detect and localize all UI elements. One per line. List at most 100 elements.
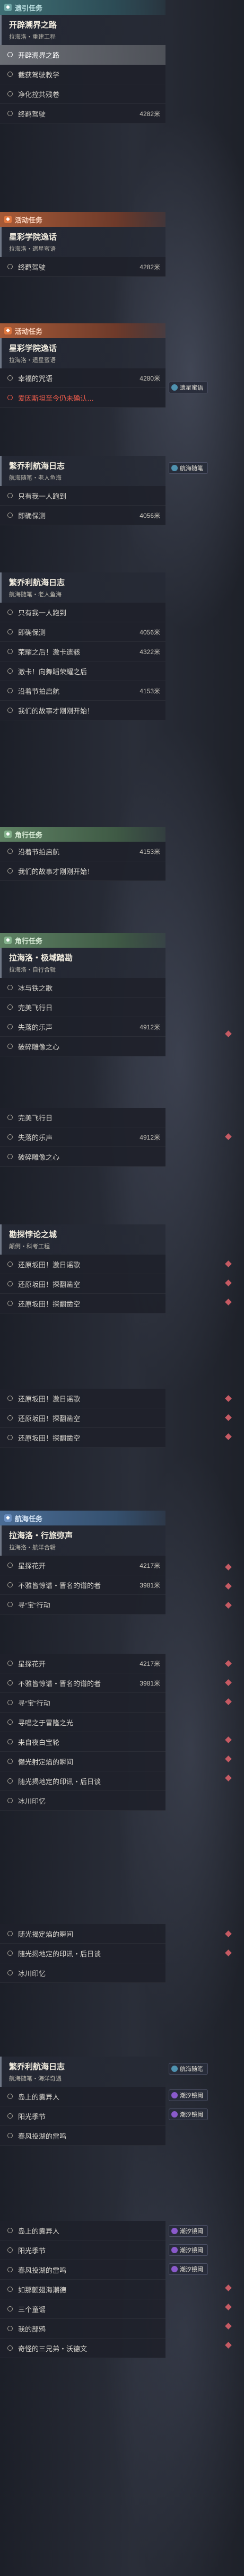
event-tag-icon: [171, 384, 178, 391]
quest-header[interactable]: 繁乔利航海日志 航海随笔・老人鱼海: [0, 456, 165, 486]
step-label: 随光揭地定的印讯・后日谈: [18, 1949, 101, 1958]
category-header[interactable]: ◆ 航海任务: [0, 1511, 165, 1525]
category-header[interactable]: ◆ 活动任务: [0, 212, 165, 227]
step-distance: 4280米: [140, 374, 160, 382]
quest-step-row[interactable]: 阳光季节: [0, 2240, 165, 2260]
quest-header[interactable]: 繁乔利航海日志 航海随笔・老人鱼海: [0, 572, 165, 603]
quest-step-row[interactable]: 奇怪的三兄弟・沃德文: [0, 2339, 165, 2358]
step-label: 完美飞行日: [18, 1003, 53, 1012]
quest-header[interactable]: 星彩学院逸话 拉海洛・遗星蜜语: [0, 338, 165, 368]
quest-step-row[interactable]: 冰与铁之歌: [0, 978, 165, 998]
quest-step-row[interactable]: 激卡！向舞蹈荣耀之后: [0, 661, 165, 681]
quest-step-row[interactable]: 沿着节拍启航 4153米: [0, 842, 165, 861]
quest-step-row[interactable]: 还原坂田！激日谣歌: [0, 1255, 165, 1274]
step-dot-icon: [7, 1134, 13, 1140]
step-dot-icon: [7, 2267, 13, 2272]
quest-step-row[interactable]: 还原坂田！探翻凿空: [0, 1274, 165, 1294]
quest-step-row[interactable]: 我们的故事才刚刚开始！: [0, 701, 165, 720]
quest-step-row[interactable]: 即确保测 4056米: [0, 506, 165, 525]
quest-step-row[interactable]: 完美飞行日: [0, 998, 165, 1017]
quest-header[interactable]: 星彩学院逸话 拉海洛・遗星蜜语: [0, 227, 165, 257]
quest-step-row[interactable]: 不雅皆惊谱・晋名的谱的者 3981米: [0, 1673, 165, 1693]
quest-step-row[interactable]: 爱因斯坦至今仍未确认…: [0, 388, 165, 408]
step-dot-icon: [7, 1415, 13, 1421]
step-dot-icon: [7, 1970, 13, 1975]
quest-step-row[interactable]: 懒光射定焰的瞬间: [0, 1752, 165, 1771]
step-label: 终羁驾驶: [18, 263, 46, 271]
quest-step-row[interactable]: 春风投湖的雷鸣: [0, 2260, 165, 2280]
sail-tag-icon: [171, 2066, 178, 2072]
category-label: 活动任务: [15, 327, 43, 336]
quest-step-row[interactable]: 即确保测 4056米: [0, 622, 165, 642]
quest-step-row[interactable]: 岛上的囊异人: [0, 2087, 165, 2106]
quest-header[interactable]: 繁乔利航海日志 航海随笔・海洋奇遇: [0, 2057, 165, 2087]
quest-step-row[interactable]: 来自夜白宝轮: [0, 1732, 165, 1752]
quest-header[interactable]: 拉海洛・极域踏勘 拉海洛・自行合辑: [0, 948, 165, 978]
quest-step-row[interactable]: 冰川印忆: [0, 1791, 165, 1811]
quest-header[interactable]: 拉海洛・行旅弥声 拉海洛・航洋合辑: [0, 1525, 165, 1556]
step-dot-icon: [7, 375, 13, 381]
quest-step-row[interactable]: 破碎雕像之心: [0, 1147, 165, 1167]
quest-tag-badge: 潮汐镜阈: [169, 2263, 208, 2275]
quest-step-row[interactable]: 星探花开 4217米: [0, 1654, 165, 1673]
quest-step-row[interactable]: 沿着节拍启航 4153米: [0, 681, 165, 701]
quest-step-row[interactable]: 幸福的咒语 4280米: [0, 368, 165, 388]
quest-step-row[interactable]: 失落的乐声 4912米: [0, 1017, 165, 1037]
quest-step-row[interactable]: 我的部鸦: [0, 2319, 165, 2339]
quest-header[interactable]: 开辟溯界之路 拉海洛・重建工程: [0, 15, 165, 45]
badge-label: 潮汐镜阈: [180, 2247, 203, 2254]
quest-step-row[interactable]: 荣耀之后！激卡遗骸 4322米: [0, 642, 165, 661]
step-dot-icon: [7, 1739, 13, 1744]
quest-step-row[interactable]: 星探花开 4217米: [0, 1556, 165, 1575]
step-label: 春风投湖的雷鸣: [18, 2132, 67, 2140]
quest-step-row[interactable]: 失落的乐声 4912米: [0, 1127, 165, 1147]
quest-step-row[interactable]: 开辟溯界之路: [0, 45, 165, 65]
quest-step-row[interactable]: 冰川印忆: [0, 1963, 165, 1983]
quest-step-row[interactable]: 春风投湖的雷鸣: [0, 2126, 165, 2146]
quest-step-row[interactable]: 还原坂田！探翻凿空: [0, 1428, 165, 1448]
step-label: 星探花开: [18, 1660, 46, 1668]
quest-step-row[interactable]: 随光揭地定的印讯・后日谈: [0, 1771, 165, 1791]
step-distance: 4153米: [140, 687, 160, 695]
quest-step-row[interactable]: 随光揭地定的印讯・后日谈: [0, 1944, 165, 1963]
category-header[interactable]: ◆ 角行任务: [0, 827, 165, 842]
step-distance: 4912米: [140, 1133, 160, 1141]
quest-step-row[interactable]: 不雅皆惊谱・晋名的谱的者 3981米: [0, 1575, 165, 1595]
step-label: 冰川印忆: [18, 1797, 46, 1805]
step-label: 寻“宝”行动: [18, 1699, 50, 1707]
quest-header[interactable]: 勘探悖论之城 颠倒・科考工程: [0, 1224, 165, 1255]
step-label: 春风投湖的雷鸣: [18, 2266, 67, 2274]
quest-step-row[interactable]: 破碎雕像之心: [0, 1037, 165, 1056]
quest-step-row[interactable]: 净化控共残卷: [0, 84, 165, 104]
quest-step-row[interactable]: 还原坂田！探翻凿空: [0, 1294, 165, 1313]
step-label: 终羁驾驶: [18, 110, 46, 118]
step-dot-icon: [7, 1563, 13, 1568]
quest-step-row[interactable]: 寻“宝”行动: [0, 1693, 165, 1713]
quest-step-row[interactable]: 只有我一人跑到: [0, 603, 165, 622]
quest-step-row[interactable]: 完美飞行日: [0, 1108, 165, 1127]
quest-step-row[interactable]: 截获驾驶教学: [0, 65, 165, 84]
category-header[interactable]: ◆ 角行任务: [0, 933, 165, 948]
step-label: 随光揭定焰的瞬间: [18, 1930, 74, 1938]
category-header[interactable]: ◆ 活动任务: [0, 323, 165, 338]
quest-step-row[interactable]: 如那颤翅海潮德: [0, 2280, 165, 2299]
quest-step-row[interactable]: 岛上的囊异人: [0, 2221, 165, 2240]
quest-step-row[interactable]: 随光揭定焰的瞬间: [0, 1924, 165, 1944]
quest-step-row[interactable]: 还原坂田！探翻凿空: [0, 1408, 165, 1428]
quest-step-row[interactable]: 我们的故事才刚刚开始！: [0, 861, 165, 881]
quest-step-row[interactable]: 寻“宝”行动: [0, 1595, 165, 1615]
quest-step-row[interactable]: 寻唱之于冒隆之光: [0, 1713, 165, 1732]
category-header[interactable]: ◆ 遗引任务: [0, 0, 165, 15]
quest-step-row[interactable]: 还原坂田！激日谣歌: [0, 1389, 165, 1408]
quest-step-row[interactable]: 阳光季节: [0, 2106, 165, 2126]
step-label: 净化控共残卷: [18, 90, 60, 99]
quest-step-row[interactable]: 三个童谣: [0, 2299, 165, 2319]
quest-category-icon: ◆: [4, 4, 12, 11]
quest-step-row[interactable]: 终羁驾驶 4282米: [0, 257, 165, 277]
step-label: 我们的故事才刚刚开始！: [18, 867, 94, 876]
step-label: 沿着节拍启航: [18, 848, 60, 856]
quest-step-row[interactable]: 终羁驾驶 4282米: [0, 104, 165, 123]
step-dot-icon: [7, 849, 13, 854]
step-label: 还原坂田！探翻凿空: [18, 1414, 81, 1423]
quest-step-row[interactable]: 只有我一人跑到: [0, 486, 165, 506]
